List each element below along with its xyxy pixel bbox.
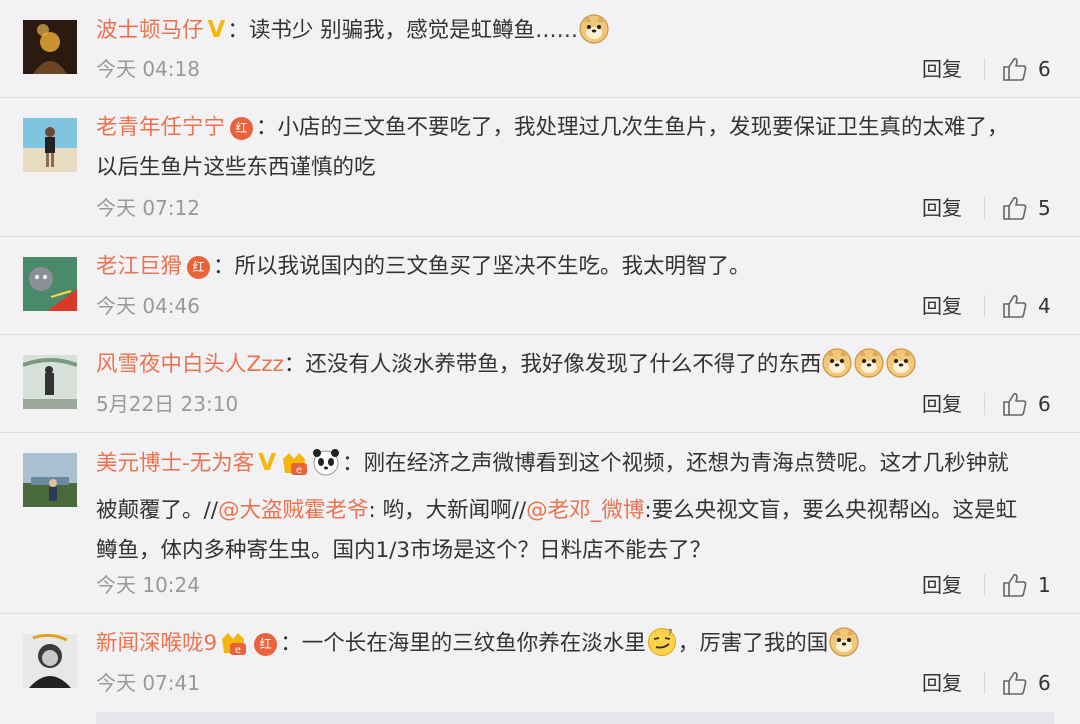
svg-text:?: ? [668,628,672,637]
comment-text: ，厉害了我的国 [677,631,829,656]
like-count: 6 [1038,57,1051,81]
comment-text: :要么央视文盲，要么央视帮凶。这是虹 [644,498,1018,523]
thumbs-up-icon[interactable] [1002,572,1028,606]
more-comments-bar [96,712,1054,724]
doge-emoji-icon [822,348,852,392]
comment-text: 被颠覆了。// [96,498,218,523]
mention-link[interactable]: @大盗贼霍老爷 [218,498,369,523]
panda-emoji-icon [311,447,341,491]
doge-emoji-icon [579,14,609,58]
comment-item: 波士顿马仔 V：读书少 别骗我，感觉是虹鳟鱼…… 今天 04:18 回复 6 [0,0,1080,98]
comment-text: 刚在经济之声微博看到这个视频，还想为青海点赞呢。这才几秒钟就 [363,451,1009,476]
reply-button[interactable]: 回复 [922,389,962,419]
thumbs-up-icon[interactable] [1002,391,1028,425]
like-count: 5 [1038,196,1051,220]
comment-text: 一个长在海里的三纹鱼你养在淡水里 [301,631,646,656]
reply-button[interactable]: 回复 [922,570,962,600]
thumbs-up-icon[interactable] [1002,195,1028,229]
username[interactable]: 新闻深喉咙9 [96,631,217,656]
thumbs-up-icon[interactable] [1002,670,1028,704]
comment-text: 读书少 别骗我，感觉是虹鳟鱼…… [248,18,579,43]
username[interactable]: 老青年任宁宁 [96,115,225,140]
comment-item: 风雪夜中白头人Zzz：还没有人淡水养带鱼，我好像发现了什么不得了的东西 5月22… [0,335,1080,433]
like-count: 6 [1038,671,1051,695]
comment-time: 5月22日 23:10 [96,392,239,416]
divider [984,58,985,80]
like-count: 4 [1038,294,1051,318]
divider [984,672,985,694]
verified-badge-icon: V [207,17,226,43]
comment-item: 新闻深喉咙9 e 红：一个长在海里的三纹鱼你养在淡水里? ，厉害了我的国 今天 07:… [0,614,1080,712]
comment-time: 今天 07:12 [96,196,200,220]
comment-text: 还没有人淡水养带鱼，我好像发现了什么不得了的东西 [305,352,822,377]
username[interactable]: 波士顿马仔 [96,18,204,43]
username[interactable]: 美元博士-无为客 [96,451,254,476]
red-badge-icon: 红 [187,256,211,279]
comment-time: 今天 07:41 [96,671,200,695]
comment-text: 鳟鱼，体内多种寄生虫。国内1/3市场是这个？日料店不能去了？ [96,538,712,563]
divider [984,574,985,596]
username[interactable]: 老江巨猾 [96,254,182,279]
thumbs-up-icon[interactable] [1002,56,1028,90]
avatar[interactable] [23,20,77,74]
comment-time: 今天 04:18 [96,57,200,81]
like-count: 6 [1038,392,1051,416]
red-badge-icon: 红 [230,117,254,140]
divider [984,295,985,317]
divider [984,393,985,415]
comment-text: 以后生鱼片这些东西谨慎的吃 [96,155,376,180]
comment-item: 美元博士-无为客 Ve ：刚在经济之声微博看到这个视频，还想为青海点赞呢。这才几秒钟… [0,433,1080,614]
colon: ： [256,115,278,140]
username[interactable]: 风雪夜中白头人Zzz [96,352,284,377]
colon: ： [283,352,306,377]
reply-button[interactable]: 回复 [922,54,962,84]
vip-badge-icon: e [279,449,309,491]
reply-button[interactable]: 回复 [922,193,962,223]
doge-emoji-icon [829,627,859,671]
doge-emoji-icon [886,348,916,392]
divider [984,197,985,219]
colon: ： [280,631,302,656]
thumbs-up-icon[interactable] [1002,293,1028,327]
comment-text: 所以我说国内的三文鱼买了坚决不生吃。我太明智了。 [234,254,751,279]
svg-text:e: e [235,645,241,656]
avatar[interactable] [23,118,77,172]
avatar[interactable] [23,257,77,311]
svg-text:e: e [296,465,302,476]
comment-list: 波士顿马仔 V：读书少 别骗我，感觉是虹鳟鱼…… 今天 04:18 回复 6 老青… [0,0,1080,724]
comment-item: 老青年任宁宁红：小店的三文鱼不要吃了，我处理过几次生鱼片，发现要保证卫生真的太难… [0,98,1080,237]
red-badge-icon: 红 [254,633,278,656]
comment-text: : 哟，大新闻啊// [368,498,527,523]
avatar[interactable] [23,634,77,688]
colon: ： [213,254,235,279]
reply-button[interactable]: 回复 [922,291,962,321]
reply-button[interactable]: 回复 [922,668,962,698]
colon: ： [342,451,364,476]
colon: ： [227,18,249,43]
vip-badge-icon: e [218,629,248,671]
comment-time: 今天 10:24 [96,573,200,597]
comment-item: 老江巨猾红：所以我说国内的三文鱼买了坚决不生吃。我太明智了。 今天 04:46 … [0,237,1080,335]
smirk-emoji-icon: ? [647,627,677,671]
mention-link[interactable]: @老邓_微博 [526,498,644,523]
doge-emoji-icon [854,348,884,392]
like-count: 1 [1038,573,1051,597]
comment-text: 小店的三文鱼不要吃了，我处理过几次生鱼片，发现要保证卫生真的太难了， [277,115,1009,140]
avatar[interactable] [23,453,77,507]
verified-badge-icon: V [258,450,277,476]
comment-time: 今天 04:46 [96,294,200,318]
avatar[interactable] [23,355,77,409]
